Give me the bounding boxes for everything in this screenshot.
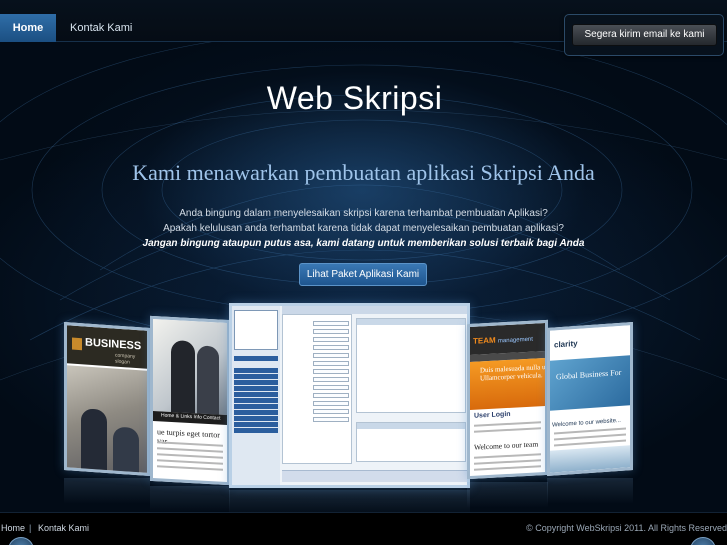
text-line bbox=[157, 465, 223, 471]
hero-tagline: Kami menawarkan pembuatan aplikasi Skrip… bbox=[132, 160, 595, 185]
logo-prefix: TEAM bbox=[473, 335, 496, 346]
screenshot-banner bbox=[550, 355, 630, 411]
text-line bbox=[474, 421, 541, 427]
footer-orb-icon bbox=[8, 537, 34, 545]
copyright-text: © Copyright WebSkripsi 2011. All Rights … bbox=[526, 523, 727, 533]
form-field bbox=[313, 337, 349, 342]
text-line bbox=[474, 459, 541, 465]
sidebar-row bbox=[234, 404, 278, 409]
screenshot-reflection bbox=[64, 478, 150, 504]
sidebar-row bbox=[234, 416, 278, 421]
page-background: Home Kontak Kami Segera kirim email ke k… bbox=[0, 0, 727, 545]
app-data-grid bbox=[356, 422, 466, 462]
text-line bbox=[157, 453, 223, 459]
text-line bbox=[157, 459, 223, 465]
form-field bbox=[313, 393, 349, 398]
showcase-screenshot-desktop-app[interactable] bbox=[229, 303, 470, 488]
app-form-pane bbox=[282, 314, 352, 464]
sidebar-row bbox=[234, 428, 278, 433]
screenshot-reflection bbox=[547, 478, 633, 504]
showcase-screenshot-clarity[interactable]: clarity Global Business For Welcome to o… bbox=[547, 321, 633, 477]
showcase-screenshot-team-photo[interactable]: Home & Links Info Contact ue turpis eget… bbox=[150, 315, 230, 486]
form-field bbox=[313, 361, 349, 366]
screenshot-slogan: company slogan bbox=[115, 352, 136, 366]
view-packages-button[interactable]: Lihat Paket Aplikasi Kami bbox=[299, 263, 427, 286]
welcome-heading: Welcome to our team bbox=[474, 439, 539, 452]
app-data-grid bbox=[356, 318, 466, 413]
sidebar-row bbox=[234, 392, 278, 397]
footer-separator: | bbox=[29, 523, 32, 533]
sidebar-row bbox=[234, 356, 278, 361]
form-field bbox=[313, 345, 349, 350]
showcase-screenshot-team-management[interactable]: TEAM management Duis malesuada nulla ut … bbox=[467, 319, 548, 480]
footer-home-link[interactable]: Home bbox=[1, 523, 25, 533]
screenshot-reflection bbox=[467, 482, 548, 508]
form-field bbox=[313, 329, 349, 334]
showcase-screenshot-business[interactable]: BUSINESS company slogan bbox=[64, 321, 150, 477]
team-photo bbox=[153, 319, 227, 415]
form-field bbox=[313, 353, 349, 358]
person-figure bbox=[81, 408, 107, 476]
email-panel: Segera kirim email ke kami bbox=[564, 14, 724, 56]
sidebar-row bbox=[234, 380, 278, 385]
business-photo bbox=[67, 365, 147, 477]
form-field bbox=[313, 377, 349, 382]
sidebar-row bbox=[234, 410, 278, 415]
form-field bbox=[313, 409, 349, 414]
city-skyline-image bbox=[550, 445, 630, 473]
person-figure bbox=[197, 345, 219, 415]
sidebar-row bbox=[234, 368, 278, 373]
footer: Home | Kontak Kami © Copyright WebSkrips… bbox=[0, 512, 727, 545]
sidebar-row bbox=[234, 386, 278, 391]
text-line bbox=[474, 465, 541, 471]
text-line bbox=[474, 427, 541, 433]
grid-header bbox=[357, 423, 465, 429]
text-line bbox=[474, 453, 541, 459]
app-menu bbox=[234, 310, 278, 350]
nav-home-link[interactable]: Home bbox=[0, 14, 56, 42]
form-field bbox=[313, 369, 349, 374]
hero-description-line: Apakah kelulusan anda terhambat karena t… bbox=[163, 223, 564, 234]
user-login-label: User Login bbox=[474, 410, 511, 420]
form-field bbox=[313, 321, 349, 326]
sidebar-row bbox=[234, 398, 278, 403]
screenshot-reflection bbox=[150, 486, 230, 512]
send-email-button[interactable]: Segera kirim email ke kami bbox=[572, 24, 717, 46]
nav-contact-link[interactable]: Kontak Kami bbox=[56, 14, 146, 42]
person-figure bbox=[113, 426, 139, 477]
hero-description-emphasis: Jangan bingung ataupun putus asa, kami d… bbox=[142, 238, 585, 249]
hero-description-line: Anda bingung dalam menyelesaikan skripsi… bbox=[179, 208, 548, 219]
sidebar-row bbox=[234, 422, 278, 427]
grid-header bbox=[357, 319, 465, 325]
person-figure bbox=[171, 340, 195, 414]
screenshot-logo: clarity bbox=[554, 338, 578, 350]
form-field bbox=[313, 417, 349, 422]
app-statusbar bbox=[282, 470, 467, 482]
form-field bbox=[313, 401, 349, 406]
footer-contact-link[interactable]: Kontak Kami bbox=[38, 523, 89, 533]
sidebar-row bbox=[234, 374, 278, 379]
site-title: Web Skripsi bbox=[266, 80, 443, 116]
footer-orb-icon bbox=[690, 537, 716, 545]
form-field bbox=[313, 385, 349, 390]
business-logo-icon bbox=[72, 337, 82, 351]
welcome-heading: Welcome to our website... bbox=[552, 417, 621, 429]
app-tabs bbox=[282, 306, 467, 314]
